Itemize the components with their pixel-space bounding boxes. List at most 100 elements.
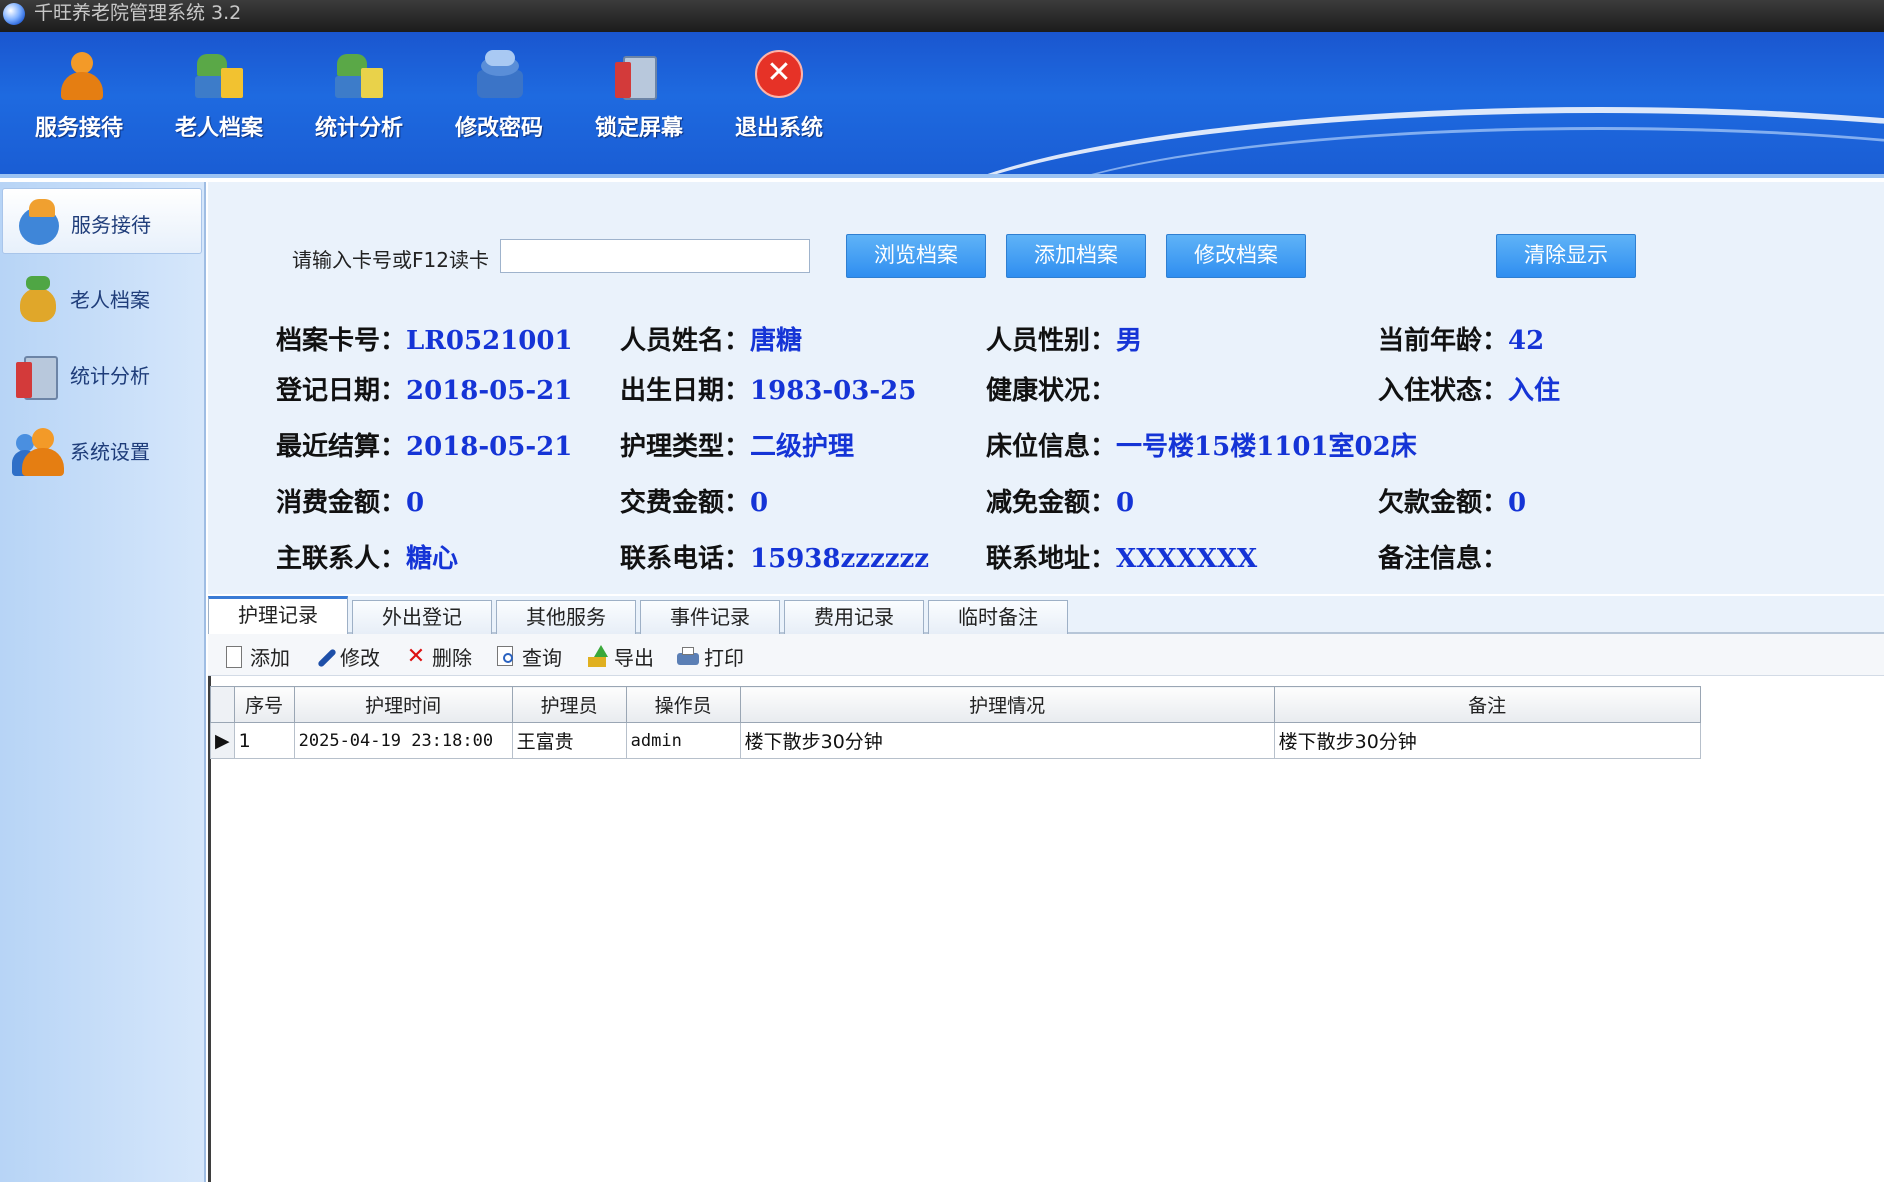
sidebar-item-settings[interactable]: 系统设置	[2, 416, 202, 482]
field-discount: 减免金额：0	[986, 482, 1134, 519]
elder-archive-icon	[191, 50, 247, 102]
action-label: 删除	[432, 646, 472, 670]
tab-other-services[interactable]: 其他服务	[496, 600, 636, 634]
field-label: 床位信息：	[986, 432, 1117, 462]
query-record-button[interactable]: 查询	[494, 642, 562, 670]
action-label: 查询	[522, 646, 562, 670]
tab-outing-register[interactable]: 外出登记	[352, 600, 492, 634]
field-bed: 床位信息：一号楼15楼1101室02床	[986, 426, 1417, 463]
toolbar-button-elder-archive[interactable]: 老人档案	[154, 50, 284, 160]
field-value: 0	[1116, 488, 1135, 518]
toolbar-button-statistics[interactable]: 统计分析	[294, 50, 424, 160]
sidebar-item-label: 老人档案	[70, 288, 150, 312]
field-label: 主联系人：	[276, 544, 407, 574]
sidebar-item-label: 服务接待	[71, 213, 151, 237]
field-label: 出生日期：	[620, 376, 751, 406]
add-archive-button[interactable]: 添加档案	[1006, 234, 1146, 278]
table-row[interactable]: ▶ 1 2025-04-19 23:18:00 王富贵 admin 楼下散步30…	[210, 722, 1701, 759]
tab-event-records[interactable]: 事件记录	[640, 600, 780, 634]
table-cell[interactable]: admin	[625, 722, 741, 759]
search-icon	[494, 645, 518, 669]
toolbar-label: 锁定屏幕	[594, 116, 683, 141]
system-settings-users-icon	[12, 426, 64, 476]
field-value: 42	[1508, 326, 1545, 356]
toolbar-label: 修改密码	[454, 116, 543, 141]
table-cell[interactable]: 王富贵	[511, 722, 627, 759]
edit-record-button[interactable]: 修改	[312, 642, 380, 670]
tab-care-records[interactable]: 护理记录	[208, 596, 348, 634]
reception-globe-icon	[13, 199, 63, 247]
lock-screen-icon	[611, 50, 667, 102]
sidebar-item-statistics[interactable]: 统计分析	[2, 340, 202, 406]
field-label: 登记日期：	[276, 376, 407, 406]
pen-icon	[312, 645, 337, 669]
toolbar-button-change-password[interactable]: 修改密码	[434, 50, 564, 160]
field-reg-date: 登记日期：2018-05-21	[276, 370, 572, 407]
sidebar-item-elder-archive[interactable]: 老人档案	[2, 264, 202, 330]
field-value: 1983-03-25	[750, 376, 917, 406]
field-value: 2018-05-21	[406, 432, 573, 462]
table-cell[interactable]: 1	[233, 722, 295, 759]
field-gender: 人员性别：男	[986, 320, 1142, 357]
toolbar-label: 退出系统	[734, 116, 823, 141]
field-last-settle: 最近结算：2018-05-21	[276, 426, 572, 463]
field-health: 健康状况：	[986, 370, 1116, 407]
field-value: 一号楼15楼1101室02床	[1116, 432, 1417, 462]
sidebar: 服务接待 老人档案 统计分析 系统设置	[0, 182, 206, 1182]
sidebar-item-reception[interactable]: 服务接待	[2, 188, 202, 254]
field-value: 二级护理	[750, 432, 855, 462]
card-input-label: 请输入卡号或F12读卡	[292, 248, 489, 272]
toolbar-button-reception[interactable]: 服务接待	[14, 50, 144, 160]
field-care-type: 护理类型：二级护理	[620, 426, 854, 463]
field-stay-status: 入住状态：入住	[1378, 370, 1560, 407]
field-arrears: 欠款金额：0	[1378, 482, 1526, 519]
reception-person-icon	[51, 50, 107, 102]
field-value: 男	[1116, 326, 1143, 356]
card-number-input[interactable]	[500, 239, 810, 273]
table-cell[interactable]: 楼下散步30分钟	[739, 722, 1275, 759]
field-label: 健康状况：	[986, 376, 1117, 406]
care-records-table: 序号 护理时间 护理员 操作员 护理情况 备注 ▶ 1 2025-04-19 2…	[210, 686, 1701, 759]
title-bar: 千旺养老院管理系统 3.2	[0, 0, 1884, 32]
tab-fee-records[interactable]: 费用记录	[784, 600, 924, 634]
tab-temp-notes[interactable]: 临时备注	[928, 600, 1068, 634]
column-header[interactable]: 护理员	[511, 686, 627, 723]
field-label: 档案卡号：	[276, 326, 407, 356]
column-header[interactable]: 操作员	[625, 686, 741, 723]
sidebar-item-label: 统计分析	[70, 364, 150, 388]
browse-archive-button[interactable]: 浏览档案	[846, 234, 986, 278]
column-header[interactable]: 序号	[233, 686, 295, 723]
toolbar-label: 老人档案	[174, 116, 263, 141]
main-panel: 请输入卡号或F12读卡 浏览档案 添加档案 修改档案 清除显示 档案卡号：LR0…	[208, 182, 1884, 1182]
toolbar-label: 服务接待	[34, 116, 123, 141]
print-record-button[interactable]: 打印	[676, 642, 744, 670]
delete-x-icon: ✕	[406, 643, 426, 669]
app-logo-icon	[3, 3, 25, 25]
field-label: 联系电话：	[620, 544, 751, 574]
field-value: 唐糖	[750, 326, 803, 356]
table-cell[interactable]: 楼下散步30分钟	[1273, 722, 1701, 759]
field-value: 0	[750, 488, 769, 518]
column-header[interactable]: 护理情况	[739, 686, 1275, 723]
clear-display-button[interactable]: 清除显示	[1496, 234, 1636, 278]
field-label: 人员姓名：	[620, 326, 751, 356]
main-toolbar: 服务接待 老人档案 统计分析 修改密码 锁定屏幕 ✕ 退出系统	[0, 32, 1884, 178]
current-row-indicator-icon: ▶	[210, 722, 235, 759]
delete-record-button[interactable]: ✕ 删除	[404, 642, 472, 670]
edit-archive-button[interactable]: 修改档案	[1166, 234, 1306, 278]
field-label: 备注信息：	[1378, 544, 1509, 574]
toolbar-button-exit[interactable]: ✕ 退出系统	[714, 50, 844, 160]
field-paid: 交费金额：0	[620, 482, 768, 519]
add-record-button[interactable]: 添加	[222, 642, 290, 670]
column-header[interactable]: 护理时间	[293, 686, 513, 723]
field-consume: 消费金额：0	[276, 482, 424, 519]
toolbar-button-lock-screen[interactable]: 锁定屏幕	[574, 50, 704, 160]
export-arrow-icon	[586, 644, 610, 669]
field-label: 入住状态：	[1378, 376, 1509, 406]
table-cell[interactable]: 2025-04-19 23:18:00	[293, 722, 513, 759]
field-phone: 联系电话：15938zzzzzz	[620, 538, 929, 575]
sidebar-item-label: 系统设置	[70, 440, 150, 464]
field-value: 0	[406, 488, 425, 518]
column-header[interactable]: 备注	[1273, 686, 1701, 723]
export-record-button[interactable]: 导出	[586, 642, 654, 670]
